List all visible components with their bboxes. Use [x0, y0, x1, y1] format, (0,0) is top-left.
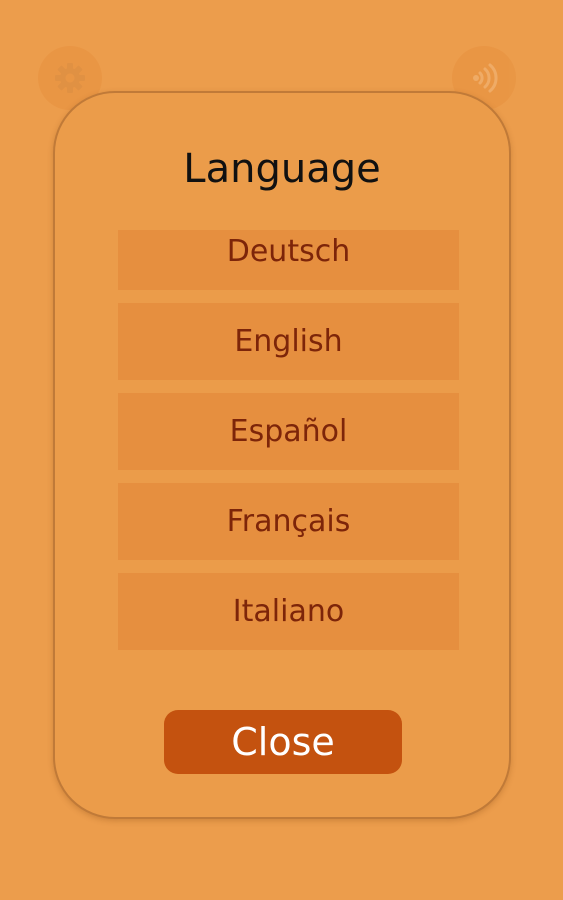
gear-icon: [53, 61, 87, 95]
dialog-title: Language: [183, 146, 381, 192]
language-option-deutsch[interactable]: Deutsch: [118, 230, 459, 290]
language-label: Français: [226, 504, 351, 539]
language-option-italiano[interactable]: Italiano: [118, 573, 459, 650]
close-button[interactable]: Close: [164, 710, 402, 774]
language-label: Italiano: [232, 594, 345, 629]
close-button-label: Close: [231, 720, 335, 764]
speaker-icon: [466, 60, 502, 96]
language-dialog: Language Deutsch English Español Françai…: [53, 91, 511, 819]
language-option-francais[interactable]: Français: [118, 483, 459, 560]
language-option-english[interactable]: English: [118, 303, 459, 380]
language-label: Deutsch: [226, 234, 351, 269]
language-option-espanol[interactable]: Español: [118, 393, 459, 470]
language-label: Español: [229, 414, 348, 449]
language-label: English: [234, 324, 343, 359]
language-list: Deutsch English Español Français Italian…: [118, 230, 459, 663]
